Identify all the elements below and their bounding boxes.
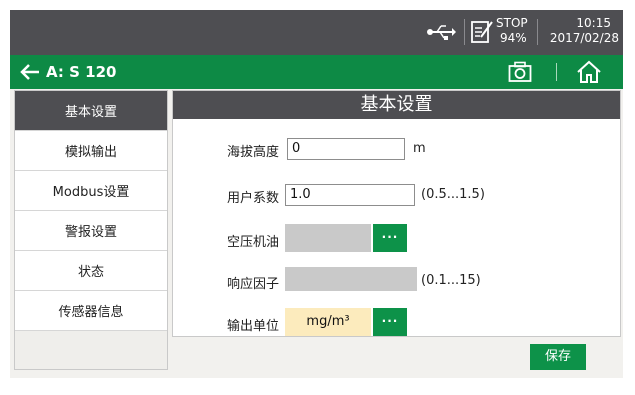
compressor-oil-field[interactable] <box>285 224 371 252</box>
status-separator <box>537 19 538 45</box>
user-factor-input[interactable]: 1.0 <box>285 184 415 206</box>
document-edit-icon <box>471 21 493 43</box>
output-unit-label: 输出单位 <box>227 319 280 334</box>
response-factor-field[interactable] <box>285 267 417 291</box>
altitude-unit: m <box>413 141 426 156</box>
back-arrow-icon[interactable] <box>20 62 40 82</box>
battery-level: 94% <box>500 31 527 45</box>
compressor-oil-label: 空压机油 <box>227 235 280 250</box>
response-factor-label: 响应因子 <box>227 277 280 292</box>
title-bar: A: S 120 <box>10 55 623 89</box>
mode-status: STOP <box>496 16 528 30</box>
device-title: A: S 120 <box>46 63 117 81</box>
sidebar-item-sensor-info[interactable]: 传感器信息 <box>15 291 167 331</box>
sidebar-item-analog-output[interactable]: 模拟输出 <box>15 131 167 171</box>
sidebar-item-modbus-settings[interactable]: Modbus设置 <box>15 171 167 211</box>
user-factor-range: (0.5...1.5) <box>421 187 485 202</box>
home-icon[interactable] <box>576 60 602 84</box>
user-factor-label: 用户系数 <box>227 191 280 206</box>
title-separator <box>556 63 557 81</box>
sidebar-item-status[interactable]: 状态 <box>15 251 167 291</box>
screen: STOP 94% 10:15 2017/02/28 A: S 120 基本设置 … <box>10 10 623 378</box>
camera-icon[interactable] <box>508 61 532 83</box>
output-unit-field[interactable]: mg/m³ <box>285 308 371 336</box>
response-factor-range: (0.1...15) <box>421 273 481 288</box>
clock-date: 2017/02/28 <box>549 31 619 45</box>
altitude-label: 海拔高度 <box>227 145 280 160</box>
output-unit-more-button[interactable]: ··· <box>373 308 407 336</box>
status-bar: STOP 94% 10:15 2017/02/28 <box>10 10 623 55</box>
sidebar-item-alarm-settings[interactable]: 警报设置 <box>15 211 167 251</box>
panel-title: 基本设置 <box>173 91 620 119</box>
clock-time: 10:15 <box>576 16 611 30</box>
status-separator <box>464 19 465 45</box>
altitude-input[interactable]: 0 <box>287 138 405 160</box>
usb-icon <box>427 25 456 40</box>
sidebar-item-basic-settings[interactable]: 基本设置 <box>15 91 167 131</box>
sidebar-menu: 基本设置 模拟输出 Modbus设置 警报设置 状态 传感器信息 <box>14 90 168 370</box>
compressor-oil-more-button[interactable]: ··· <box>373 224 407 252</box>
save-button[interactable]: 保存 <box>530 344 586 370</box>
settings-panel: 基本设置 海拔高度 0 m 用户系数 1.0 (0.5...1.5) 空压机油 … <box>172 90 621 337</box>
